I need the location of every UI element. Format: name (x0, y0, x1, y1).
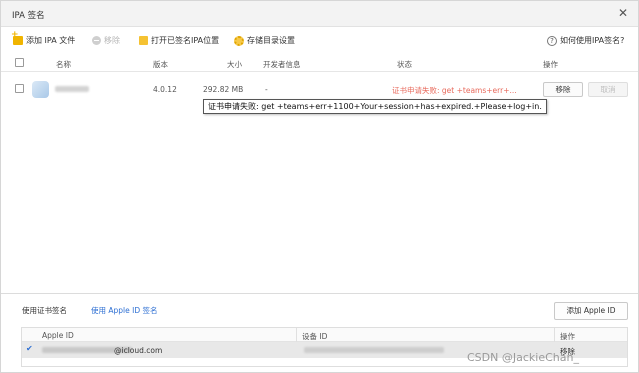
apple-id-table-header: Apple ID 设备 ID 操作 (22, 328, 627, 342)
gear-icon (234, 35, 244, 46)
help-link[interactable]: ? 如何使用IPA签名? (547, 35, 624, 46)
title-bar: IPA 签名 ✕ (1, 1, 638, 27)
tab-apple-id-sign[interactable]: 使用 Apple ID 签名 (91, 305, 158, 316)
header-name: 名称 (56, 60, 71, 69)
apple-id-email: @icloud.com (114, 346, 163, 355)
add-ipa-button[interactable]: 添加 IPA 文件 (11, 30, 76, 46)
selected-check-icon: ✔ (26, 344, 33, 353)
add-file-icon (11, 30, 23, 45)
header-size: 大小 (227, 60, 242, 69)
header-apple-action: 操作 (560, 332, 575, 341)
folder-icon (139, 36, 148, 45)
device-id-redacted (304, 347, 444, 353)
header-device-id: 设备 ID (302, 332, 328, 341)
add-apple-id-button[interactable]: 添加 Apple ID (554, 302, 628, 320)
header-developer: 开发者信息 (263, 60, 301, 69)
help-icon: ? (547, 35, 557, 46)
row-remove-button[interactable]: 移除 (543, 82, 583, 97)
ipa-sign-window: IPA 签名 ✕ 添加 IPA 文件 移除 打开已签名IPA位置 存储目录设置 … (0, 0, 639, 373)
header-version: 版本 (153, 60, 168, 69)
app-version: 4.0.12 (153, 85, 177, 94)
developer-info: - (265, 85, 268, 94)
row-cancel-button[interactable]: 取消 (588, 82, 628, 97)
header-action: 操作 (543, 60, 558, 69)
app-size: 292.82 MB (203, 85, 244, 94)
remove-button[interactable]: 移除 (92, 35, 120, 46)
select-all-checkbox[interactable] (15, 58, 24, 67)
tab-certificate-sign[interactable]: 使用证书签名 (22, 305, 67, 316)
status-tooltip: 证书申请失败: get +teams+err+1100+Your+session… (203, 99, 547, 114)
remove-label: 移除 (104, 36, 120, 45)
ipa-table-header: 名称 版本 大小 开发者信息 状态 操作 (1, 54, 638, 72)
add-ipa-label: 添加 IPA 文件 (26, 36, 76, 45)
app-name-redacted (55, 86, 89, 92)
row-checkbox[interactable] (15, 84, 24, 93)
storage-settings-label: 存储目录设置 (247, 36, 295, 45)
storage-settings-button[interactable]: 存储目录设置 (234, 35, 295, 46)
watermark: CSDN @JackieChan_ (467, 351, 579, 364)
close-icon[interactable]: ✕ (618, 6, 628, 20)
header-apple-id: Apple ID (42, 331, 74, 340)
help-label: 如何使用IPA签名? (560, 36, 625, 45)
remove-icon (92, 36, 101, 45)
open-signed-location-button[interactable]: 打开已签名IPA位置 (139, 35, 219, 46)
toolbar: 添加 IPA 文件 移除 打开已签名IPA位置 存储目录设置 ? 如何使用IPA… (1, 28, 638, 52)
app-icon (32, 81, 49, 98)
status-error-text: 证书申请失败: get +teams+err+... (392, 86, 517, 95)
header-status: 状态 (397, 60, 412, 69)
open-location-label: 打开已签名IPA位置 (151, 36, 220, 45)
window-title: IPA 签名 (12, 11, 45, 21)
